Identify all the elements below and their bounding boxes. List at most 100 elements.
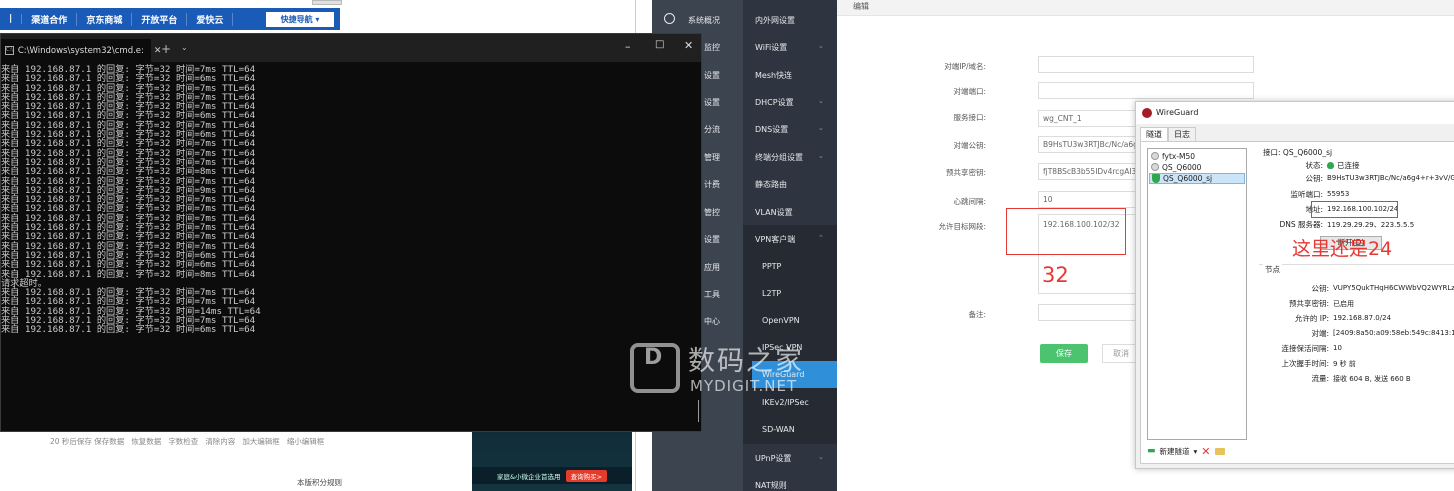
submenu-static-route[interactable]: 静态路由 [755, 179, 787, 190]
tab-log[interactable]: 日志 [1168, 127, 1196, 141]
field-label-peer-pubkey: 对端公钥: [953, 141, 986, 150]
status-text: 已连接 [1337, 161, 1360, 170]
menu-overview[interactable]: 系统概况 [688, 15, 720, 26]
watermark: D 数码之家 MYDIGIT.NET [630, 335, 830, 405]
chevron-down-icon: ⌄ [818, 152, 824, 160]
save-button[interactable]: 保存 [1040, 344, 1088, 363]
cmd-output[interactable]: 来自 192.168.87.1 的回复: 字节=32 时间=7ms TTL=64… [1, 65, 691, 335]
port-value: 55953 [1327, 190, 1350, 198]
tunnel-list[interactable]: fytx-M50 QS_Q6000 QS_Q6000_sj [1147, 148, 1247, 440]
menu-billing[interactable]: 计费 [704, 179, 720, 190]
wireguard-window: WireGuard 隧道 日志 fytx-M50 QS_Q6000 QS_Q60… [1135, 101, 1454, 469]
field-label-psk: 预共享密钥: [945, 168, 986, 177]
submenu-wifi[interactable]: WiFi设置 [755, 42, 787, 53]
submenu-vlan[interactable]: VLAN设置 [755, 207, 793, 218]
inactive-status-icon [1151, 163, 1159, 171]
interface-select[interactable]: wg_CNT_1 [1038, 110, 1138, 127]
restore-link[interactable]: 恢复数据 [131, 436, 161, 448]
ad-bar: 家庭&小微企业首选用 查询购买> [472, 467, 632, 484]
chevron-down-icon: ⌄ [818, 97, 824, 105]
menu-tools[interactable]: 工具 [704, 289, 720, 300]
folder-icon[interactable] [1214, 447, 1225, 455]
ad-buy-button[interactable]: 查询购买> [565, 469, 608, 482]
shrink-link[interactable]: 缩小编辑框 [287, 436, 325, 448]
peer-keepalive-label: 连接保活间隔: [1281, 344, 1329, 353]
annotation-note-32: 32 [1042, 263, 1069, 287]
new-tunnel-button[interactable]: 新建隧道 [1160, 446, 1190, 457]
chevron-down-icon: ⌄ [818, 124, 824, 132]
rules-link[interactable]: 本版积分规则 [297, 477, 342, 488]
interface-title: 接口: QS_Q6000_sj [1263, 148, 1333, 157]
keepalive-input[interactable]: 10 [1038, 191, 1138, 208]
peer-pubkey-input[interactable]: B9HsTU3w3RTJBc/Nc/a6g [1038, 136, 1138, 153]
peer-keepalive-value: 10 [1333, 344, 1342, 352]
tunnel-list-footer: ▬ 新建隧道 ▾ ✕ [1147, 444, 1225, 458]
terminal-icon: C:\ [5, 46, 14, 55]
nav-item-sep: | [0, 14, 23, 24]
submenu-wan-lan[interactable]: 内外网设置 [755, 15, 795, 26]
menu-settings-b[interactable]: 设置 [704, 97, 720, 108]
submenu-upnp[interactable]: UPnP设置 [755, 453, 791, 464]
psk-input[interactable]: fjT8BScB3b55IDv4rcgAI3R [1038, 163, 1138, 180]
peer-psk-label: 预共享密钥: [1288, 299, 1329, 308]
submenu-sdwan[interactable]: SD-WAN [762, 425, 795, 434]
peer-pubkey-value: VUPY5QukTHqH6CWWbVQ2WYRLzzu [1333, 284, 1454, 292]
menu-settings-a[interactable]: 设置 [704, 70, 720, 81]
new-tunnel-dropdown[interactable]: ▾ [1194, 447, 1198, 456]
peer-handshake-value: 9 秒 前 [1333, 360, 1356, 368]
tab-tunnels[interactable]: 隧道 [1140, 127, 1168, 141]
autosave-link[interactable]: 20 秒后保存 保存数据 [50, 436, 124, 448]
chevron-down-icon: ⌄ [818, 453, 824, 461]
wg-titlebar[interactable]: WireGuard [1136, 102, 1454, 124]
minimize-button[interactable]: – [625, 40, 631, 53]
cmd-titlebar[interactable]: C:\ C:\Windows\system32\cmd.e: ✕ + ⌄ – □… [1, 34, 701, 62]
annotation-note-24: 这里还是24 [1292, 238, 1393, 260]
submenu-dns[interactable]: DNS设置 [755, 124, 788, 135]
nav-item-channel[interactable]: 渠道合作 [22, 12, 78, 26]
menu-monitor[interactable]: 监控 [704, 42, 720, 53]
close-button[interactable]: ✕ [684, 39, 693, 52]
submenu-openvpn[interactable]: OpenVPN [762, 316, 800, 325]
enlarge-link[interactable]: 加大编辑框 [242, 436, 280, 448]
list-item[interactable]: fytx-M50 [1149, 151, 1245, 161]
peer-allowed-label: 允许的 IP: [1294, 314, 1329, 323]
tunnel-name: fytx-M50 [1162, 151, 1196, 161]
clear-link[interactable]: 清除内容 [205, 436, 235, 448]
menu-control[interactable]: 管控 [704, 207, 720, 218]
submenu-vpn-client[interactable]: VPN客户端 [755, 234, 795, 245]
status-label: 状态: [1305, 161, 1323, 170]
menu-apps[interactable]: 应用 [704, 262, 720, 273]
menu-center[interactable]: 中心 [704, 316, 720, 327]
add-icon[interactable]: ▬ [1147, 446, 1156, 456]
submenu-mesh[interactable]: Mesh快连 [755, 70, 792, 81]
delete-icon[interactable]: ✕ [1201, 445, 1210, 458]
field-label-interface: 服务接口: [953, 113, 986, 122]
field-label-peer-port: 对端端口: [953, 87, 986, 96]
list-item-selected[interactable]: QS_Q6000_sj [1149, 173, 1245, 184]
peer-host-input[interactable] [1038, 56, 1254, 73]
word-check-link[interactable]: 字数检查 [168, 436, 198, 448]
watermark-cn: 数码之家 [688, 346, 804, 377]
menu-settings-c[interactable]: 设置 [704, 234, 720, 245]
submenu-pptp[interactable]: PPTP [762, 262, 781, 271]
cmd-tab[interactable]: C:\ C:\Windows\system32\cmd.e: ✕ [1, 39, 161, 62]
new-tab-button[interactable]: + [161, 42, 171, 56]
nav-item-ikuai-cloud[interactable]: 爱快云 [187, 12, 234, 26]
tab-dropdown-button[interactable]: ⌄ [181, 43, 188, 52]
nav-item-open-platform[interactable]: 开放平台 [132, 12, 188, 26]
submenu-l2tp[interactable]: L2TP [762, 289, 781, 298]
chevron-up-icon: ⌃ [818, 234, 824, 242]
field-label-allowed-ips: 允许目标网段: [938, 222, 986, 231]
menu-manage[interactable]: 管理 [704, 152, 720, 163]
peer-port-input[interactable] [1038, 82, 1254, 99]
list-item[interactable]: QS_Q6000 [1149, 162, 1245, 172]
submenu-nat[interactable]: NAT规则 [755, 480, 787, 491]
submenu-dhcp[interactable]: DHCP设置 [755, 97, 794, 108]
nav-item-jd-mall[interactable]: 京东商城 [77, 12, 133, 26]
submenu-terminal-group[interactable]: 终端分组设置 [755, 152, 803, 163]
scrollbar-handle[interactable] [312, 0, 342, 5]
maximize-button[interactable]: □ [655, 39, 664, 50]
note-input[interactable] [1038, 304, 1138, 321]
menu-split[interactable]: 分流 [704, 124, 720, 135]
quick-nav-button[interactable]: 快捷导航 ▾ [266, 12, 334, 27]
